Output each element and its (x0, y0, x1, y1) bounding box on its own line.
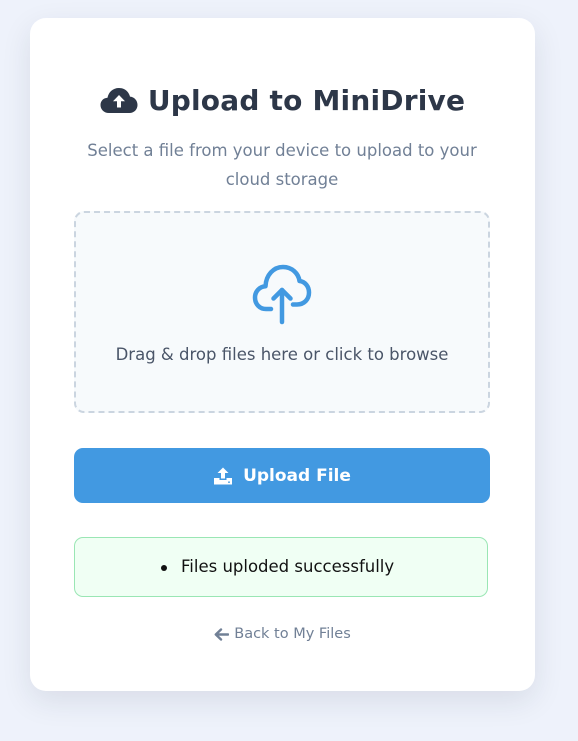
cloud-upload-icon (100, 88, 138, 113)
upload-button-label: Upload File (243, 465, 351, 486)
file-dropzone[interactable]: Drag & drop files here or click to brows… (74, 211, 490, 413)
upload-icon (214, 467, 233, 484)
upload-card: Upload to MiniDrive Select a file from y… (30, 18, 535, 691)
success-alert: Files uploded successfully (74, 537, 488, 597)
dropzone-text: Drag & drop files here or click to brows… (115, 345, 449, 364)
alert-message: Files uploded successfully (181, 557, 395, 576)
list-bullet (161, 565, 167, 571)
page-subtitle: Select a file from your device to upload… (87, 141, 477, 189)
arrow-left-icon (214, 627, 230, 641)
back-to-files-link[interactable]: Back to My Files (30, 626, 535, 642)
upload-file-button[interactable]: Upload File (74, 448, 490, 503)
page-title: Upload to MiniDrive (147, 83, 466, 117)
back-link-label[interactable]: Back to My Files (234, 626, 351, 642)
title-row: Upload to MiniDrive (30, 80, 535, 120)
cloud-arrow-up-icon (252, 264, 312, 325)
